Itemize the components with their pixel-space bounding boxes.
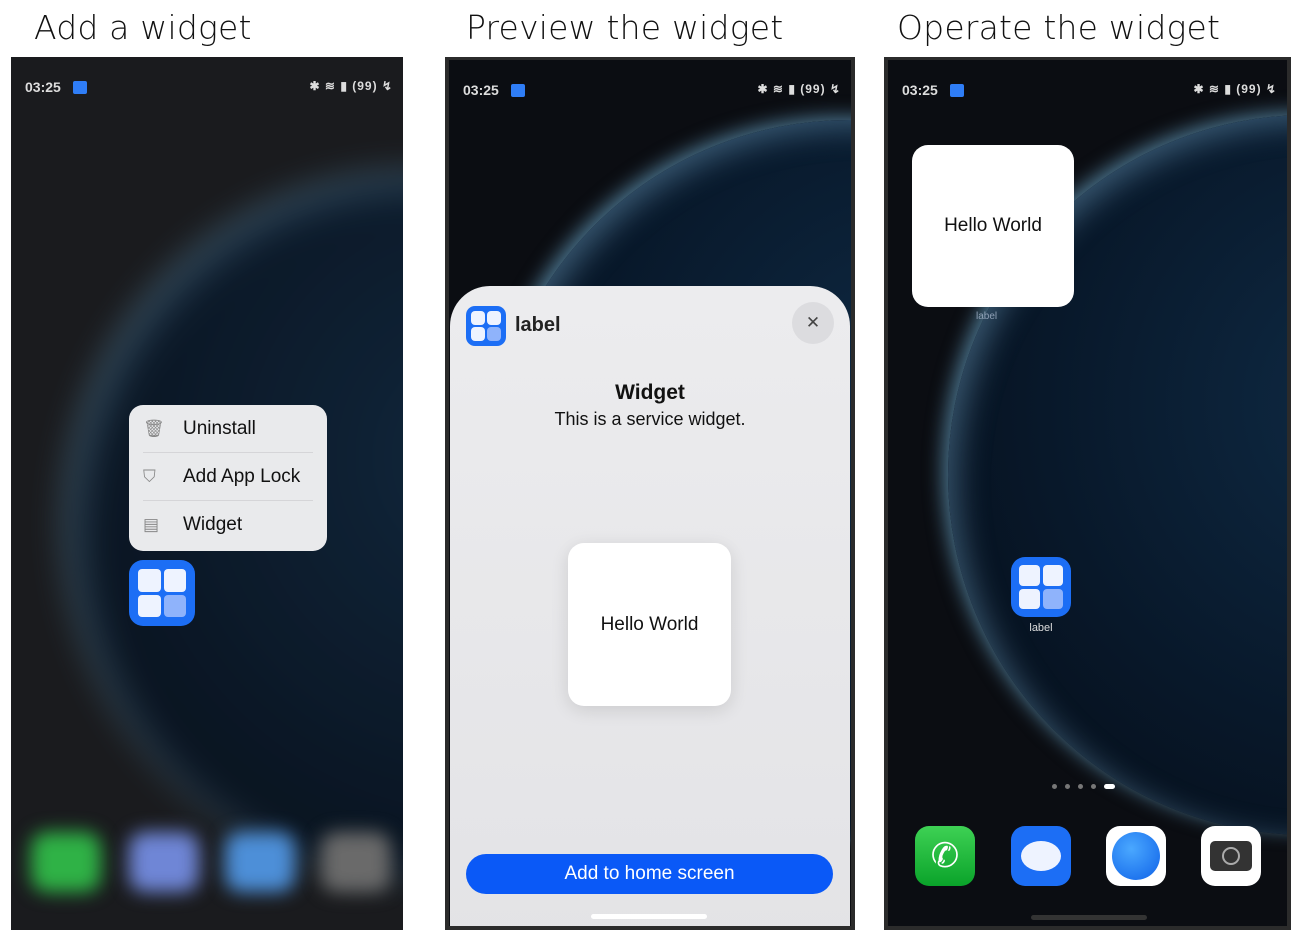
phone-icon[interactable]: ✆ bbox=[915, 826, 975, 886]
menu-label: Uninstall bbox=[183, 417, 256, 439]
app-icon[interactable] bbox=[1011, 557, 1071, 617]
widget-preview-card: Hello World bbox=[568, 543, 731, 706]
app-icon[interactable] bbox=[129, 560, 195, 626]
dock-messages-blurred bbox=[129, 832, 199, 892]
status-time: 03:25 bbox=[25, 79, 61, 95]
app-label: label bbox=[1029, 622, 1053, 634]
phone-preview-widget: 03:25 ✱ ≋ ▮ (99) ↯ label ✕ Widget This i… bbox=[445, 57, 855, 930]
home-indicator bbox=[1031, 915, 1147, 920]
notification-icon bbox=[950, 84, 964, 97]
widget-title: Widget bbox=[615, 381, 685, 404]
phone-operate-widget: 03:25 ✱ ≋ ▮ (99) ↯ Hello World label lab… bbox=[884, 57, 1291, 930]
notification-icon bbox=[73, 81, 87, 94]
widget-label: label bbox=[976, 311, 998, 322]
status-bar: 03:25 ✱ ≋ ▮ (99) ↯ bbox=[25, 79, 393, 95]
page-indicator[interactable] bbox=[1052, 784, 1115, 789]
status-time: 03:25 bbox=[902, 82, 938, 98]
menu-item-app-lock[interactable]: ⛉ Add App Lock bbox=[143, 453, 313, 501]
app-icon bbox=[466, 306, 506, 346]
panel-title-operate: Operate the widget bbox=[897, 8, 1221, 47]
menu-item-uninstall[interactable]: 🗑 Uninstall bbox=[143, 405, 313, 453]
status-indicators: ✱ ≋ ▮ (99) ↯ bbox=[309, 79, 393, 93]
menu-label: Add App Lock bbox=[183, 465, 301, 487]
home-widget-card[interactable]: Hello World bbox=[912, 145, 1074, 307]
trash-icon: 🗑 bbox=[143, 418, 165, 438]
status-indicators: ✱ ≋ ▮ (99) ↯ bbox=[757, 82, 841, 96]
browser-icon[interactable] bbox=[1106, 826, 1166, 886]
status-bar: 03:25 ✱ ≋ ▮ (99) ↯ bbox=[902, 82, 1277, 98]
shield-icon: ⛉ bbox=[143, 466, 156, 486]
notification-icon bbox=[511, 84, 525, 97]
widget-preview-sheet: label ✕ Widget This is a service widget.… bbox=[450, 286, 850, 926]
close-button[interactable]: ✕ bbox=[792, 302, 834, 344]
widget-description: This is a service widget. bbox=[554, 409, 746, 429]
widget-icon: ▤ bbox=[143, 515, 160, 534]
phone-add-widget: 03:25 ✱ ≋ ▮ (99) ↯ 🗑 Uninstall ⛉ Add App… bbox=[11, 57, 403, 930]
status-indicators: ✱ ≋ ▮ (99) ↯ bbox=[1193, 82, 1277, 96]
add-to-home-screen-button[interactable]: Add to home screen bbox=[466, 854, 833, 894]
messages-icon[interactable] bbox=[1011, 826, 1071, 886]
app-name: label bbox=[515, 314, 561, 336]
panel-title-preview: Preview the widget bbox=[466, 8, 784, 47]
menu-label: Widget bbox=[183, 514, 243, 535]
menu-item-widget[interactable]: ▤ Widget bbox=[143, 501, 313, 549]
panel-title-add: Add a widget bbox=[34, 8, 252, 47]
context-menu: 🗑 Uninstall ⛉ Add App Lock ▤ Widget bbox=[129, 405, 327, 551]
dock-camera-blurred bbox=[321, 832, 391, 892]
status-bar: 03:25 ✱ ≋ ▮ (99) ↯ bbox=[463, 82, 841, 98]
status-time: 03:25 bbox=[463, 82, 499, 98]
home-indicator bbox=[591, 914, 707, 919]
dock-phone-blurred bbox=[31, 832, 101, 892]
dock-browser-blurred bbox=[225, 832, 295, 892]
camera-icon[interactable] bbox=[1201, 826, 1261, 886]
